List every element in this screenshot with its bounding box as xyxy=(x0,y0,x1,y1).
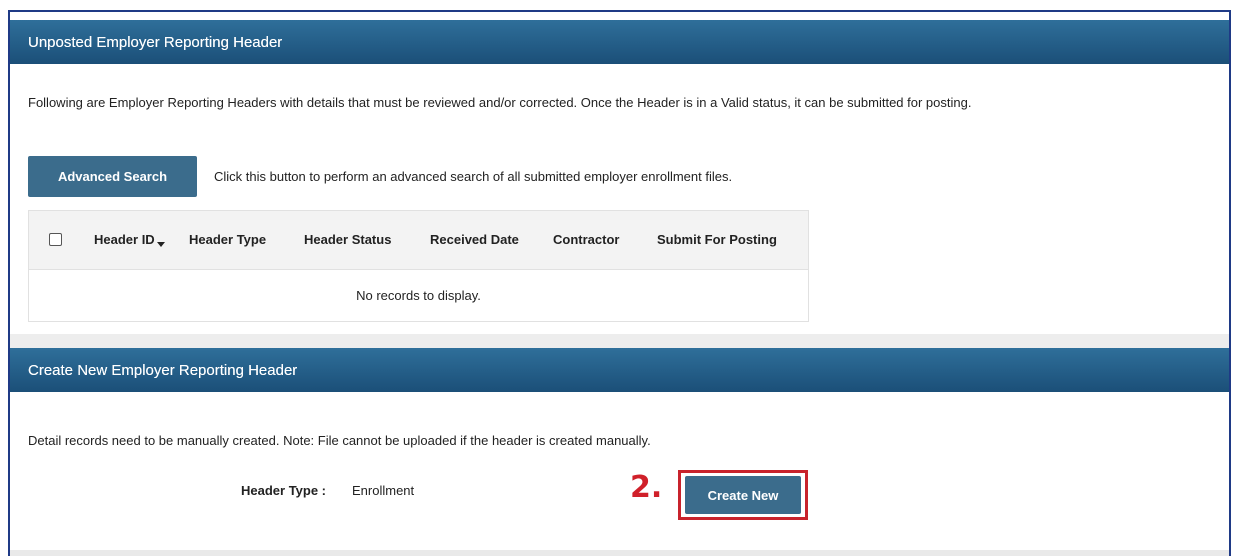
select-all-checkbox[interactable] xyxy=(49,233,62,246)
bottom-band xyxy=(10,550,1229,556)
unposted-section-title: Unposted Employer Reporting Header xyxy=(28,33,283,51)
no-records-message: No records to display. xyxy=(356,288,481,303)
advanced-search-hint: Click this button to perform an advanced… xyxy=(214,169,733,184)
column-header-id-label: Header ID xyxy=(94,232,155,247)
step-marker: 2. xyxy=(630,470,663,505)
create-section-title: Create New Employer Reporting Header xyxy=(28,361,298,379)
column-submit-for-posting[interactable]: Submit For Posting xyxy=(657,232,777,247)
create-description: Detail records need to be manually creat… xyxy=(28,433,651,448)
column-received-date[interactable]: Received Date xyxy=(430,232,519,247)
header-type-label: Header Type : xyxy=(241,483,327,498)
header-type-value: Enrollment xyxy=(352,483,415,498)
column-header-status[interactable]: Header Status xyxy=(304,232,391,247)
create-new-button[interactable]: Create New xyxy=(685,476,801,514)
section-divider xyxy=(10,334,1229,348)
grid-header-row: Header ID Header Type Header Status Rece… xyxy=(29,211,808,270)
create-section-header: Create New Employer Reporting Header xyxy=(10,348,1229,392)
unposted-description: Following are Employer Reporting Headers… xyxy=(28,95,972,110)
column-contractor[interactable]: Contractor xyxy=(553,232,619,247)
unposted-section-header: Unposted Employer Reporting Header xyxy=(10,20,1229,64)
advanced-search-button[interactable]: Advanced Search xyxy=(28,156,197,197)
column-header-id[interactable]: Header ID xyxy=(94,232,165,247)
column-header-type[interactable]: Header Type xyxy=(189,232,266,247)
sort-descending-icon[interactable] xyxy=(156,242,165,247)
unposted-headers-grid: Header ID Header Type Header Status Rece… xyxy=(28,210,809,322)
main-frame: Unposted Employer Reporting Header Follo… xyxy=(8,10,1231,556)
